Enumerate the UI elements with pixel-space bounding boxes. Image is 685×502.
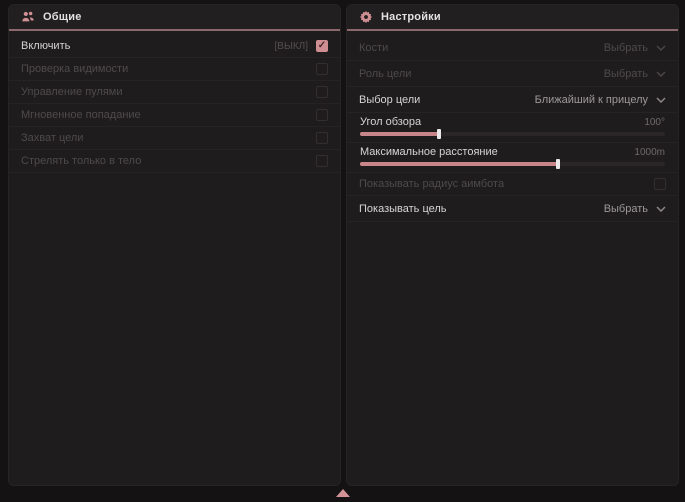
- checkbox[interactable]: [654, 178, 666, 190]
- general-panel-rows: Включить[ВЫКЛ] ✓Проверка видимости Управле…: [9, 31, 340, 173]
- row-угол-обзора: Угол обзора100°: [347, 113, 678, 143]
- row-максимальное-расстояние: Максимальное расстояние1000m: [347, 143, 678, 173]
- dropdown-value: Выбрать: [604, 42, 648, 54]
- checkbox[interactable]: ✓: [316, 40, 328, 52]
- slider-handle[interactable]: [437, 129, 441, 139]
- slider-fill: [360, 132, 439, 136]
- setting-label: Захват цели: [21, 132, 316, 144]
- checkbox[interactable]: [316, 86, 328, 98]
- setting-label: Максимальное расстояние: [360, 146, 634, 158]
- slider[interactable]: [360, 132, 665, 136]
- dropdown[interactable]: Выбрать: [604, 203, 666, 215]
- row-мгновенное-попадание: Мгновенное попадание: [9, 104, 340, 127]
- gear-icon: [359, 10, 373, 24]
- dropdown-value: Выбрать: [604, 68, 648, 80]
- general-panel: Общие Включить[ВЫКЛ] ✓Проверка видимости У…: [8, 4, 341, 486]
- row-кости: КостиВыбрать: [347, 35, 678, 61]
- setting-label: Управление пулями: [21, 86, 316, 98]
- slider-handle[interactable]: [556, 159, 560, 169]
- slider-value: 1000m: [634, 147, 665, 158]
- setting-label: Мгновенное попадание: [21, 109, 316, 121]
- slider-fill: [360, 162, 558, 166]
- setting-label: Показывать цель: [359, 203, 604, 215]
- dropdown[interactable]: Выбрать: [604, 68, 666, 80]
- chevron-down-icon: [656, 71, 666, 77]
- chevron-down-icon: [656, 206, 666, 212]
- dropdown[interactable]: Ближайший к прицелу: [535, 94, 666, 106]
- row-захват-цели: Захват цели: [9, 127, 340, 150]
- keybind-label: [ВЫКЛ]: [275, 41, 308, 52]
- row-роль-цели: Роль целиВыбрать: [347, 61, 678, 87]
- slider-value: 100°: [644, 117, 665, 128]
- checkbox[interactable]: [316, 109, 328, 121]
- setting-label: Кости: [359, 42, 604, 54]
- dropdown[interactable]: Выбрать: [604, 42, 666, 54]
- chevron-down-icon: [656, 45, 666, 51]
- setting-label: Угол обзора: [360, 116, 644, 128]
- slider[interactable]: [360, 162, 665, 166]
- row-включить: Включить[ВЫКЛ] ✓: [9, 35, 340, 58]
- setting-label: Показывать радиус аимбота: [359, 178, 654, 190]
- row-проверка-видимости: Проверка видимости: [9, 58, 340, 81]
- row-показывать-радиус-аимбота: Показывать радиус аимбота: [347, 173, 678, 196]
- row-выбор-цели: Выбор целиБлижайший к прицелу: [347, 87, 678, 113]
- checkbox[interactable]: [316, 63, 328, 75]
- chevron-down-icon: [656, 97, 666, 103]
- row-управление-пулями: Управление пулями: [9, 81, 340, 104]
- row-показывать-цель: Показывать цельВыбрать: [347, 196, 678, 222]
- setting-label: Выбор цели: [359, 94, 535, 106]
- dropdown-value: Ближайший к прицелу: [535, 94, 648, 106]
- checkbox[interactable]: [316, 132, 328, 144]
- dropdown-value: Выбрать: [604, 203, 648, 215]
- setting-label: Включить: [21, 40, 275, 52]
- setting-label: Стрелять только в тело: [21, 155, 316, 167]
- row-стрелять-только-в-тело: Стрелять только в тело: [9, 150, 340, 173]
- setting-label: Проверка видимости: [21, 63, 316, 75]
- settings-panel: Настройки КостиВыбратьРоль целиВыбратьВы…: [346, 4, 679, 486]
- setting-label: Роль цели: [359, 68, 604, 80]
- panel-title: Настройки: [381, 11, 441, 23]
- panel-title: Общие: [43, 11, 82, 23]
- settings-panel-rows: КостиВыбратьРоль целиВыбратьВыбор целиБл…: [347, 31, 678, 222]
- general-panel-header: Общие: [9, 5, 340, 31]
- users-icon: [21, 10, 35, 24]
- checkbox[interactable]: [316, 155, 328, 167]
- cursor-triangle: [336, 489, 350, 497]
- settings-panel-header: Настройки: [347, 5, 678, 31]
